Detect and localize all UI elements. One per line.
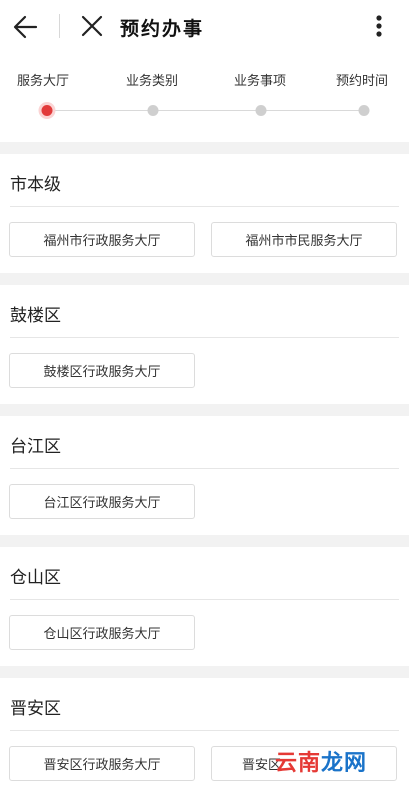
section-divider xyxy=(10,599,399,600)
page-title: 预约办事 xyxy=(120,18,205,40)
section-divider xyxy=(10,337,399,338)
section-divider xyxy=(10,730,399,731)
hall-button[interactable]: 鼓楼区行政服务大厅 xyxy=(9,353,195,388)
step-label-item: 业务事项 xyxy=(233,74,287,89)
watermark-logo: 云南龙网 xyxy=(275,745,367,777)
step-dot-category xyxy=(147,105,159,116)
watermark-part2: 龙网 xyxy=(321,751,368,776)
section-title: 晋安区 xyxy=(10,699,61,719)
close-icon[interactable] xyxy=(80,14,104,38)
hall-button[interactable]: 福州市市民服务大厅 xyxy=(211,222,397,257)
header-separator xyxy=(59,14,60,38)
step-label-category: 业务类别 xyxy=(125,74,179,89)
watermark-part1: 云南 xyxy=(275,751,322,776)
more-vertical-icon[interactable] xyxy=(370,14,388,40)
step-dot-item xyxy=(255,105,267,116)
step-indicator: 服务大厅 业务类别 业务事项 预约时间 xyxy=(0,54,409,142)
district-section-city: 市本级 福州市行政服务大厅 福州市市民服务大厅 xyxy=(0,154,409,273)
arrow-left-icon[interactable] xyxy=(12,13,40,41)
district-section-gulou: 鼓楼区 鼓楼区行政服务大厅 xyxy=(0,285,409,404)
top-bar: 预约办事 xyxy=(0,0,409,54)
section-title: 台江区 xyxy=(10,437,61,457)
step-label-time: 预约时间 xyxy=(335,74,389,89)
hall-button[interactable]: 福州市行政服务大厅 xyxy=(9,222,195,257)
step-dot-time xyxy=(358,105,370,116)
section-title: 仓山区 xyxy=(10,568,61,588)
section-divider xyxy=(10,206,399,207)
section-divider xyxy=(10,468,399,469)
district-section-taijiang: 台江区 台江区行政服务大厅 xyxy=(0,416,409,535)
district-section-cangshan: 仓山区 仓山区行政服务大厅 xyxy=(0,547,409,666)
section-title: 鼓楼区 xyxy=(10,306,61,326)
step-line xyxy=(47,110,363,111)
step-label-hall: 服务大厅 xyxy=(16,74,70,89)
hall-button[interactable]: 台江区行政服务大厅 xyxy=(9,484,195,519)
section-title: 市本级 xyxy=(10,175,61,195)
hall-button[interactable]: 晋安区行政服务大厅 xyxy=(9,746,195,781)
hall-button[interactable]: 仓山区行政服务大厅 xyxy=(9,615,195,650)
step-dot-hall xyxy=(41,105,53,116)
